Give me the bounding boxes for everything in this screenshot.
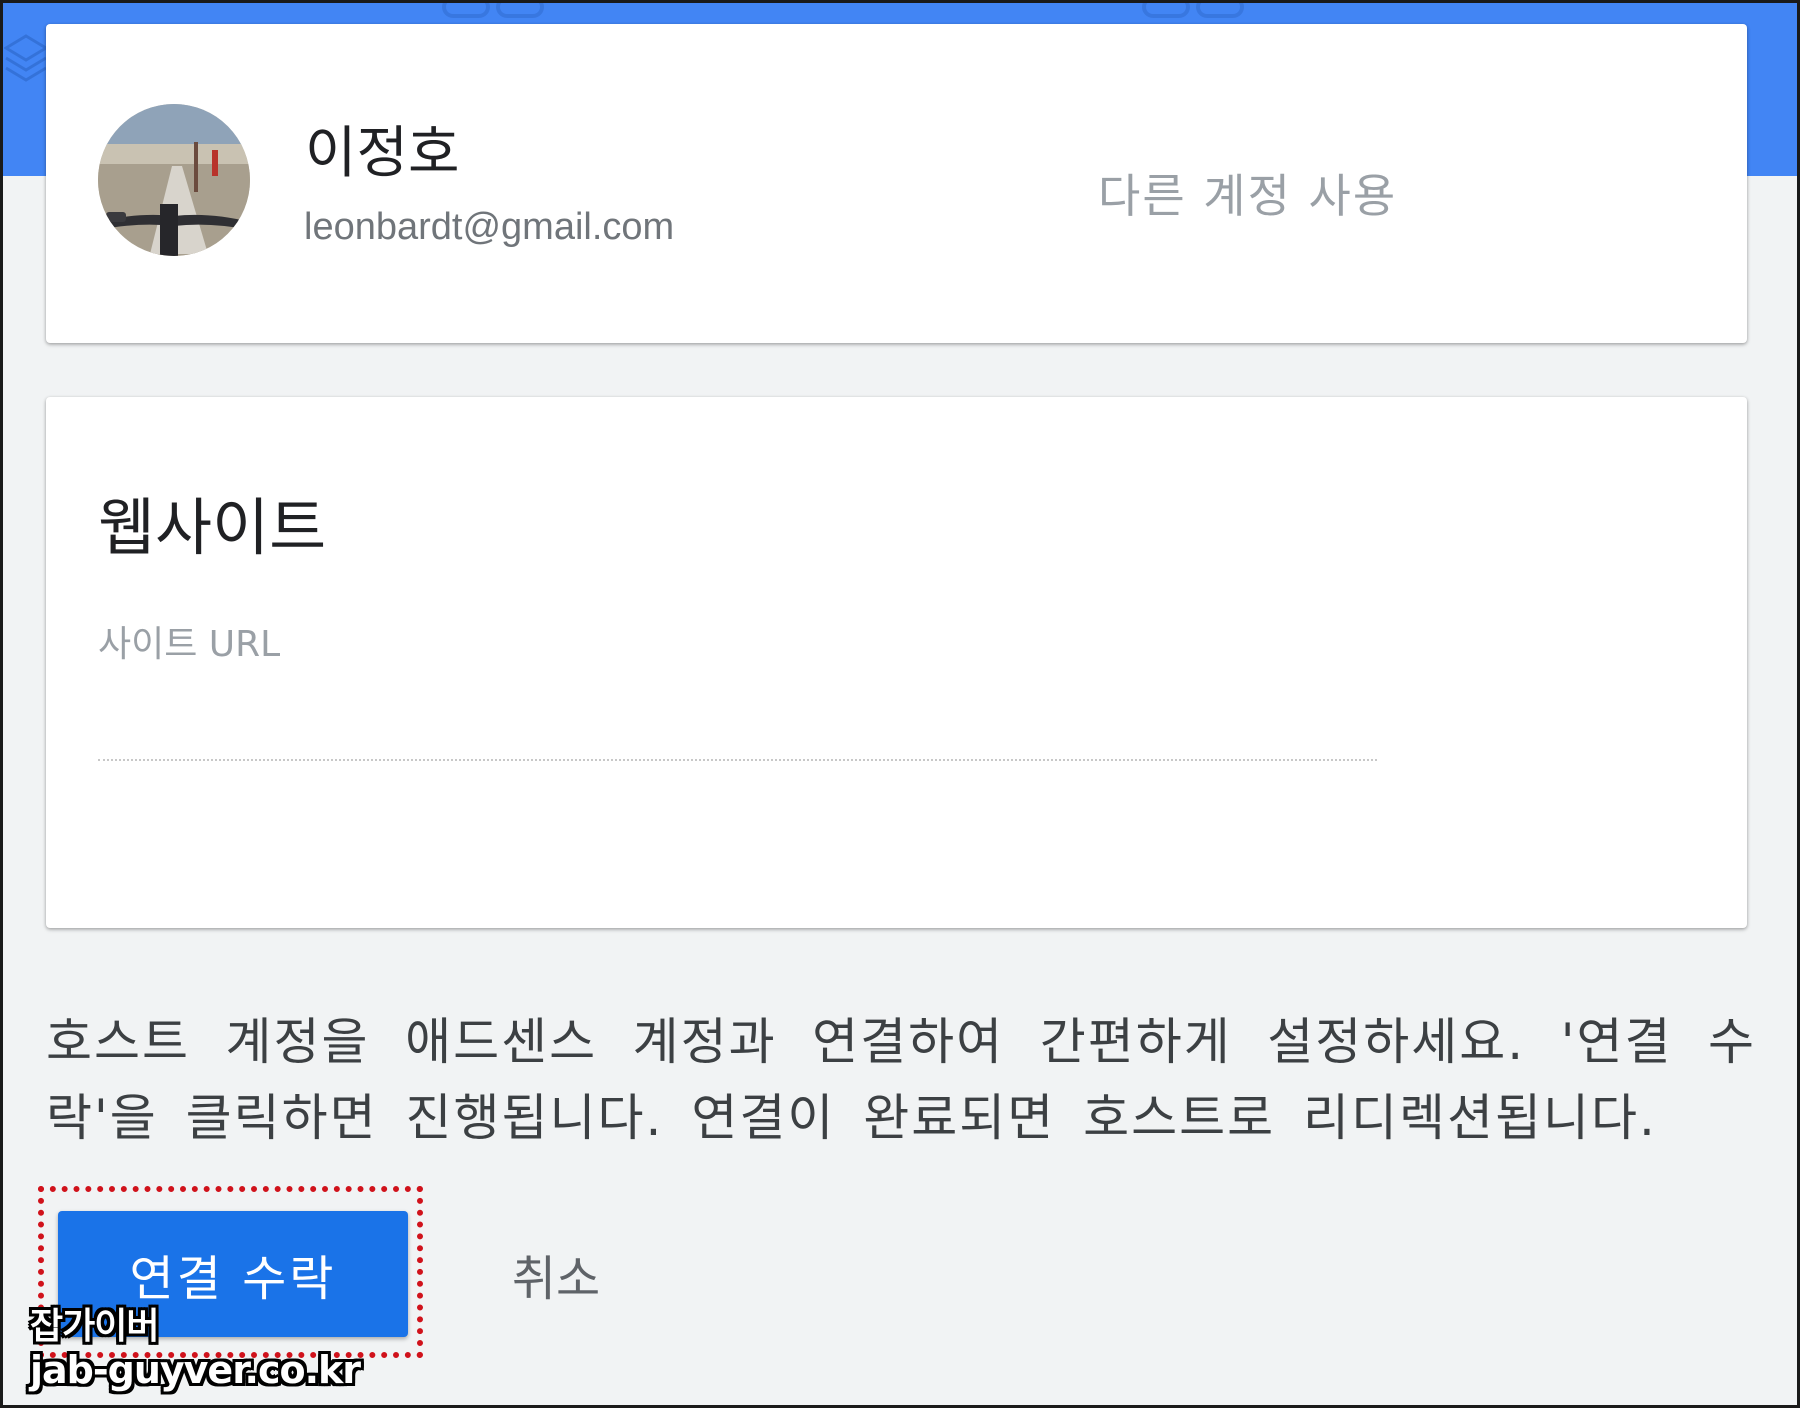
website-card: 웹사이트 사이트 URL bbox=[46, 397, 1747, 928]
site-url-field[interactable]: 사이트 URL bbox=[98, 607, 1377, 767]
account-name: 이정호 bbox=[305, 121, 460, 186]
watermark-title: 잡가이버 bbox=[30, 1306, 159, 1347]
connection-description: 호스트 계정을 애드센스 계정과 연결하여 간편하게 설정하세요. '연결 수락… bbox=[46, 1013, 1756, 1147]
switch-account-link[interactable]: 다른 계정 사용 bbox=[1098, 160, 1397, 226]
site-url-label: 사이트 URL bbox=[98, 624, 281, 665]
account-card: 이정호 leonbardt@gmail.com 다른 계정 사용 bbox=[46, 24, 1747, 343]
user-avatar-photo-icon bbox=[98, 104, 250, 256]
avatar bbox=[98, 104, 250, 256]
decorative-link-icon bbox=[1142, 0, 1244, 18]
watermark: 잡가이버 jab-guyver.co.kr bbox=[30, 1306, 361, 1392]
cancel-button[interactable]: 취소 bbox=[486, 1211, 626, 1337]
account-email: leonbardt@gmail.com bbox=[304, 206, 675, 248]
website-heading: 웹사이트 bbox=[98, 491, 327, 564]
site-url-underline bbox=[98, 759, 1377, 761]
decorative-link-icon bbox=[442, 0, 544, 18]
watermark-url: jab-guyver.co.kr bbox=[30, 1348, 361, 1392]
site-url-input[interactable] bbox=[98, 667, 1377, 719]
layers-icon bbox=[4, 34, 48, 82]
